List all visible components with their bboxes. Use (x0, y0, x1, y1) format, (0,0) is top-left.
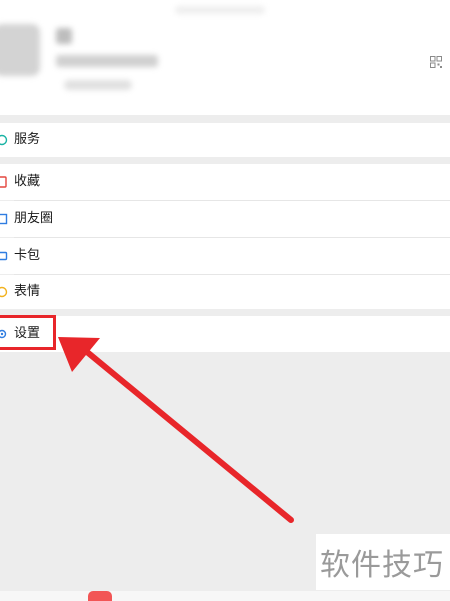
menu-item-settings[interactable]: 设置 (0, 316, 450, 352)
menu-item-label: 朋友圈 (14, 211, 54, 226)
menu-item-favorites[interactable]: 收藏 (0, 164, 450, 200)
menu-item-stickers[interactable]: 表情 (0, 275, 450, 309)
menu-item-moments[interactable]: 朋友圈 (0, 201, 450, 237)
status-bar-blurred (175, 6, 265, 14)
status-blurred[interactable] (64, 80, 132, 90)
menu-item-label: 卡包 (14, 248, 41, 263)
avatar[interactable] (0, 24, 40, 76)
watermark-text: 软件技巧 (320, 548, 444, 583)
qr-code-icon[interactable] (430, 56, 442, 68)
menu-item-label: 服务 (14, 132, 41, 147)
menu-item-label: 收藏 (14, 174, 41, 189)
unread-badge (88, 591, 112, 601)
profile-header[interactable] (0, 0, 450, 115)
card-wallet-icon (0, 251, 8, 261)
wechat-id-blurred (56, 55, 158, 67)
sticker-icon (0, 286, 8, 298)
nickname-blurred (56, 28, 72, 44)
bottom-tab-bar[interactable] (0, 591, 450, 601)
menu-item-services[interactable]: 服务 (0, 123, 450, 157)
services-icon (0, 134, 8, 146)
settings-highlight-box (0, 315, 56, 350)
moments-icon (0, 213, 8, 225)
menu-item-cards[interactable]: 卡包 (0, 238, 450, 274)
menu-item-label: 表情 (14, 284, 41, 299)
favorites-icon (0, 176, 7, 188)
